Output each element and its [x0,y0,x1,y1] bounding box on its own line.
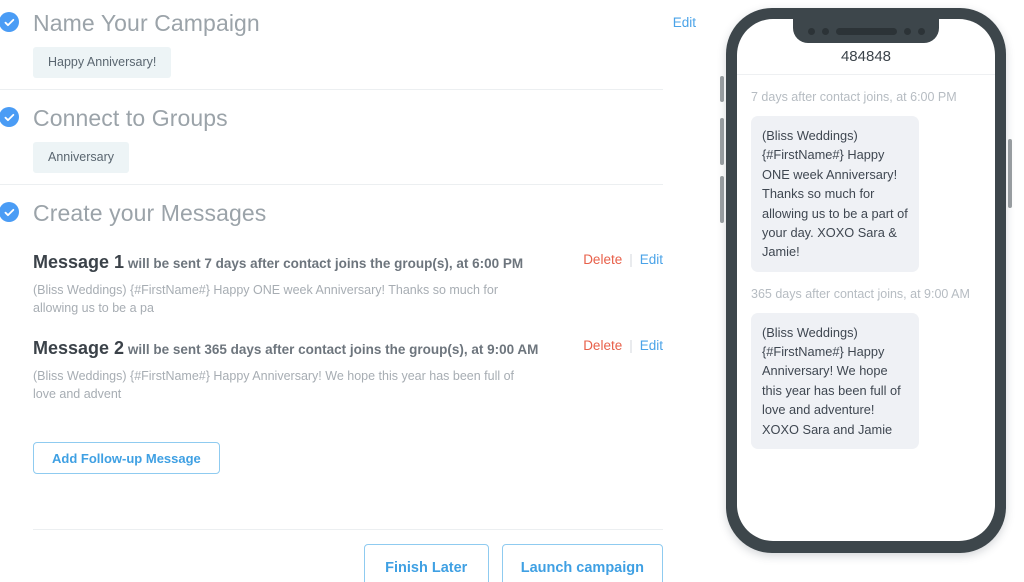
phone-screen: 484848 7 days after contact joins, at 6:… [737,19,995,541]
speaker-icon [835,27,897,35]
edit-message-link[interactable]: Edit [640,338,663,353]
phone-notch [793,19,939,43]
message-number-label: Message 2 [33,338,125,358]
check-circle-icon [0,107,19,127]
section-divider [0,184,663,185]
phone-volume-up-button [720,118,724,165]
check-circle-icon [0,12,19,32]
sms-message-bubble: (Bliss Weddings) {#FirstName#} Happy Ann… [751,312,919,450]
message-number-label: Message 1 [33,252,125,272]
sms-message-bubble: (Bliss Weddings) {#FirstName#} Happy ONE… [751,115,919,272]
section-name-your-campaign: Name Your Campaign Happy Anniversary! Ed… [0,12,700,78]
add-followup-message-button[interactable]: Add Follow-up Message [33,442,220,474]
section-create-your-messages: Create your Messages [0,202,700,225]
phone-power-button [1008,139,1012,208]
edit-campaign-name-link[interactable]: Edit [673,15,696,30]
phone-silent-switch [720,76,724,102]
edit-message-link[interactable]: Edit [640,252,663,267]
sensor-icon [821,27,829,35]
action-separator: | [629,338,633,353]
phone-preview: 484848 7 days after contact joins, at 6:… [718,8,1014,554]
sensor-icon [903,27,911,35]
action-separator: | [629,252,633,267]
finish-later-button[interactable]: Finish Later [363,544,489,582]
message-actions: Delete | Edit [583,252,663,267]
campaign-name-chip: Happy Anniversary! [33,47,172,78]
section-connect-to-groups: Connect to Groups Anniversary [0,107,700,173]
campaign-steps-panel: Name Your Campaign Happy Anniversary! Ed… [0,0,700,582]
message-preview-text: (Bliss Weddings) {#FirstName#} Happy ONE… [33,283,499,316]
camera-icon [917,27,925,35]
sms-timestamp: 365 days after contact joins, at 9:00 AM [751,286,970,301]
message-schedule-text: will be sent 7 days after contact joins … [124,256,524,271]
check-circle-icon [0,202,19,222]
message-schedule-heading: Message 2 will be sent 365 days after co… [33,335,543,361]
section-title-create-messages: Create your Messages [33,200,267,226]
message-schedule-heading: Message 1 will be sent 7 days after cont… [33,249,543,275]
message-preview-text: (Bliss Weddings) {#FirstName#} Happy Ann… [33,369,515,402]
section-divider [0,89,663,90]
section-title-name-campaign: Name Your Campaign [33,10,260,36]
camera-icon [807,27,815,35]
sms-thread: 7 days after contact joins, at 6:00 PM (… [737,75,995,450]
phone-frame: 484848 7 days after contact joins, at 6:… [726,8,1006,553]
footer-divider [33,529,663,530]
footer-buttons: Finish Later Launch campaign [0,544,663,582]
sms-timestamp: 7 days after contact joins, at 6:00 PM [751,90,957,104]
message-row: Message 2 will be sent 365 days after co… [33,335,700,403]
launch-campaign-button[interactable]: Launch campaign [501,544,663,582]
delete-message-link[interactable]: Delete [583,338,622,353]
message-row: Message 1 will be sent 7 days after cont… [33,249,700,317]
campaign-builder-page: Name Your Campaign Happy Anniversary! Ed… [0,0,1024,582]
section-title-connect-groups: Connect to Groups [33,105,228,131]
delete-message-link[interactable]: Delete [583,252,622,267]
group-name-chip: Anniversary [33,142,129,173]
message-actions: Delete | Edit [583,338,663,353]
phone-volume-down-button [720,176,724,223]
message-schedule-text: will be sent 365 days after contact join… [124,342,539,357]
